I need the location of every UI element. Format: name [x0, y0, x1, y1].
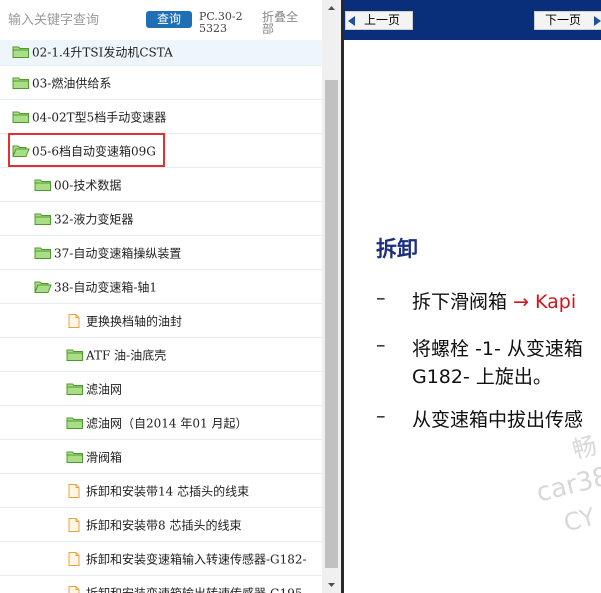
tree-item-label: 02-1.4升TSI发动机CSTA — [32, 45, 173, 59]
tree-item[interactable]: 03-燃油供给系 — [0, 66, 322, 100]
page-title: 拆卸 — [376, 237, 418, 261]
watermark-text: CY — [561, 502, 598, 538]
tree-item-label: 04-02T型5档手动变速器 — [32, 110, 167, 124]
tree-item[interactable]: 拆卸和安装变速箱输出转速传感器-G195 — [0, 576, 322, 593]
arrow-left-icon — [348, 16, 355, 26]
document-icon — [66, 517, 84, 533]
document-icon — [66, 483, 84, 499]
tree-item[interactable]: 滤油网 — [0, 372, 322, 406]
prev-page-label: 上一页 — [364, 13, 401, 27]
tree-item[interactable]: ATF 油-油底壳 — [0, 338, 322, 372]
folder-closed-icon — [34, 245, 52, 261]
step-text-continuation: G182- 上旋出。 — [412, 366, 552, 388]
watermark-text: 畅 — [569, 431, 600, 465]
tree-item[interactable]: 拆卸和安装带8 芯插头的线束 — [0, 508, 322, 542]
folder-closed-icon — [12, 44, 30, 60]
document-viewer: 上一页 下一页 拆卸 – 拆下滑阀箱 → Kapi – 将螺栓 -1- 从变速箱… — [344, 0, 601, 593]
vertical-scrollbar[interactable] — [322, 0, 341, 593]
folder-open-icon — [34, 279, 52, 295]
arrow-right-icon — [594, 16, 601, 26]
tree-item-label: ATF 油-油底壳 — [86, 348, 167, 362]
tree-item-label: 拆卸和安装变速箱输入转速传感器-G182- — [86, 552, 307, 566]
page-code: PC.30-25323 — [199, 10, 243, 35]
collapse-all-button[interactable]: 折叠全部 — [262, 11, 302, 35]
search-button[interactable]: 查询 — [146, 11, 192, 28]
tree-item[interactable]: 05-6档自动变速箱09G — [0, 134, 322, 168]
scroll-down-icon — [328, 583, 335, 587]
tree-item-label: 滤油网 — [86, 382, 123, 396]
scroll-down-arrow[interactable] — [322, 576, 341, 593]
watermark-text: car38 — [533, 461, 601, 509]
tree-item[interactable]: 37-自动变速箱操纵装置 — [0, 236, 322, 270]
step-dash: – — [376, 334, 386, 356]
tree-item-label: 滑阀箱 — [86, 450, 123, 464]
step-text: 从变速箱中拔出传感 — [412, 409, 584, 431]
tree-item[interactable]: 38-自动变速箱-轴1 — [0, 270, 322, 304]
tree-item-label: 03-燃油供给系 — [32, 76, 112, 90]
tree-item[interactable]: 02-1.4升TSI发动机CSTA — [0, 38, 322, 66]
tree-item-label: 00-技术数据 — [54, 178, 122, 192]
tree-item[interactable]: 滤油网（自2014 年01 月起） — [0, 406, 322, 440]
document-icon — [66, 313, 84, 329]
page-nav-bar: 上一页 下一页 — [344, 0, 601, 40]
scroll-up-arrow[interactable] — [322, 0, 341, 17]
document-icon — [66, 585, 84, 593]
search-toolbar: 查询 PC.30-25323 折叠全部 — [0, 0, 322, 40]
directory-tree: 02-1.4升TSI发动机CSTA 03-燃油供给系 04-02T型5档手动变速器 0… — [0, 38, 322, 593]
tree-item-label: 拆卸和安装带8 芯插头的线束 — [86, 518, 242, 532]
step-dash: – — [376, 405, 386, 427]
tree-item[interactable]: 滑阀箱 — [0, 440, 322, 474]
tree-item[interactable]: 更换换档轴的油封 — [0, 304, 322, 338]
document-icon — [66, 551, 84, 567]
reference-link[interactable]: → Kapi — [513, 291, 576, 313]
tree-item[interactable]: 04-02T型5档手动变速器 — [0, 100, 322, 134]
tree-item-label: 更换换档轴的油封 — [86, 314, 183, 328]
tree-item-label: 拆卸和安装变速箱输出转速传感器-G195 — [86, 586, 303, 593]
tree-item[interactable]: 拆卸和安装带14 芯插头的线束 — [0, 474, 322, 508]
tree-item-label: 37-自动变速箱操纵装置 — [54, 246, 182, 260]
step-text: 将螺栓 -1- 从变速箱 — [412, 338, 583, 360]
folder-closed-icon — [66, 381, 84, 397]
folder-closed-icon — [34, 211, 52, 227]
tree-item-label: 05-6档自动变速箱09G — [32, 144, 156, 158]
tree-item-label: 38-自动变速箱-轴1 — [54, 280, 158, 294]
step-text: 拆下滑阀箱 — [412, 291, 514, 313]
prev-page-button[interactable]: 上一页 — [345, 11, 413, 30]
next-page-button[interactable]: 下一页 — [534, 11, 601, 30]
tree-item-label: 拆卸和安装带14 芯插头的线束 — [86, 484, 250, 498]
tree-item-label: 32-液力变矩器 — [54, 212, 134, 226]
tree-item[interactable]: 00-技术数据 — [0, 168, 322, 202]
step-dash: – — [376, 287, 386, 309]
scroll-up-icon — [328, 6, 335, 10]
folder-closed-icon — [34, 177, 52, 193]
tree-item[interactable]: 32-液力变矩器 — [0, 202, 322, 236]
next-page-label: 下一页 — [545, 13, 582, 27]
folder-closed-icon — [66, 449, 84, 465]
search-input[interactable] — [8, 10, 140, 30]
navigation-panel: 查询 PC.30-25323 折叠全部 02-1.4升TSI发动机CSTA 03-… — [0, 0, 342, 593]
folder-open-icon — [12, 143, 30, 159]
folder-closed-icon — [12, 109, 30, 125]
folder-closed-icon — [66, 415, 84, 431]
tree-item-label: 滤油网（自2014 年01 月起） — [86, 416, 248, 430]
tree-item[interactable]: 拆卸和安装变速箱输入转速传感器-G182- — [0, 542, 322, 576]
scrollbar-thumb[interactable] — [325, 80, 338, 568]
folder-closed-icon — [66, 347, 84, 363]
folder-closed-icon — [12, 75, 30, 91]
